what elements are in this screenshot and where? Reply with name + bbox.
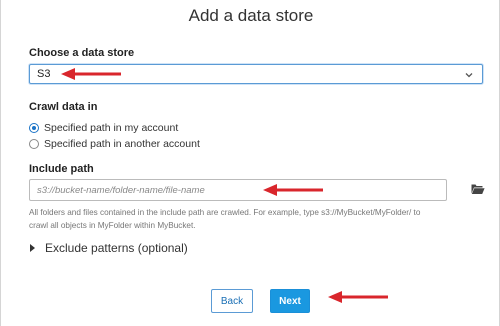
- help-text-line: All folders and files contained in the i…: [29, 208, 421, 217]
- annotation-arrow-icon: [263, 184, 323, 196]
- dialog-title: Add a data store: [188, 6, 314, 25]
- crawl-data-in-label: Crawl data in: [29, 101, 98, 113]
- radio-button[interactable]: [29, 139, 39, 149]
- next-button[interactable]: Next: [270, 289, 310, 313]
- chevron-down-icon: [465, 73, 473, 78]
- back-button[interactable]: Back: [211, 289, 253, 313]
- include-path-input[interactable]: [29, 179, 447, 201]
- radio-option-my-account[interactable]: Specified path in my account: [29, 122, 178, 134]
- caret-right-icon: [30, 244, 35, 252]
- data-store-label: Choose a data store: [29, 47, 135, 59]
- exclude-patterns-toggle[interactable]: Exclude patterns (optional): [30, 241, 188, 255]
- include-path-help-text: All folders and files contained in the i…: [29, 206, 484, 232]
- dialog: Add a data store Choose a data store S3 …: [0, 0, 500, 326]
- radio-option-label: Specified path in another account: [44, 138, 200, 150]
- exclude-patterns-label: Exclude patterns (optional): [45, 241, 188, 255]
- help-text-line: crawl all objects in MyFolder within MyB…: [29, 221, 196, 230]
- annotation-arrow-icon: [328, 291, 388, 303]
- folder-open-icon[interactable]: [471, 183, 485, 195]
- radio-option-label: Specified path in my account: [44, 122, 179, 134]
- data-store-selected-value: S3: [37, 68, 51, 80]
- annotation-arrow-icon: [61, 68, 121, 80]
- include-path-label: Include path: [29, 163, 94, 175]
- radio-button-checked[interactable]: [29, 123, 39, 133]
- radio-option-another-account[interactable]: Specified path in another account: [29, 138, 200, 150]
